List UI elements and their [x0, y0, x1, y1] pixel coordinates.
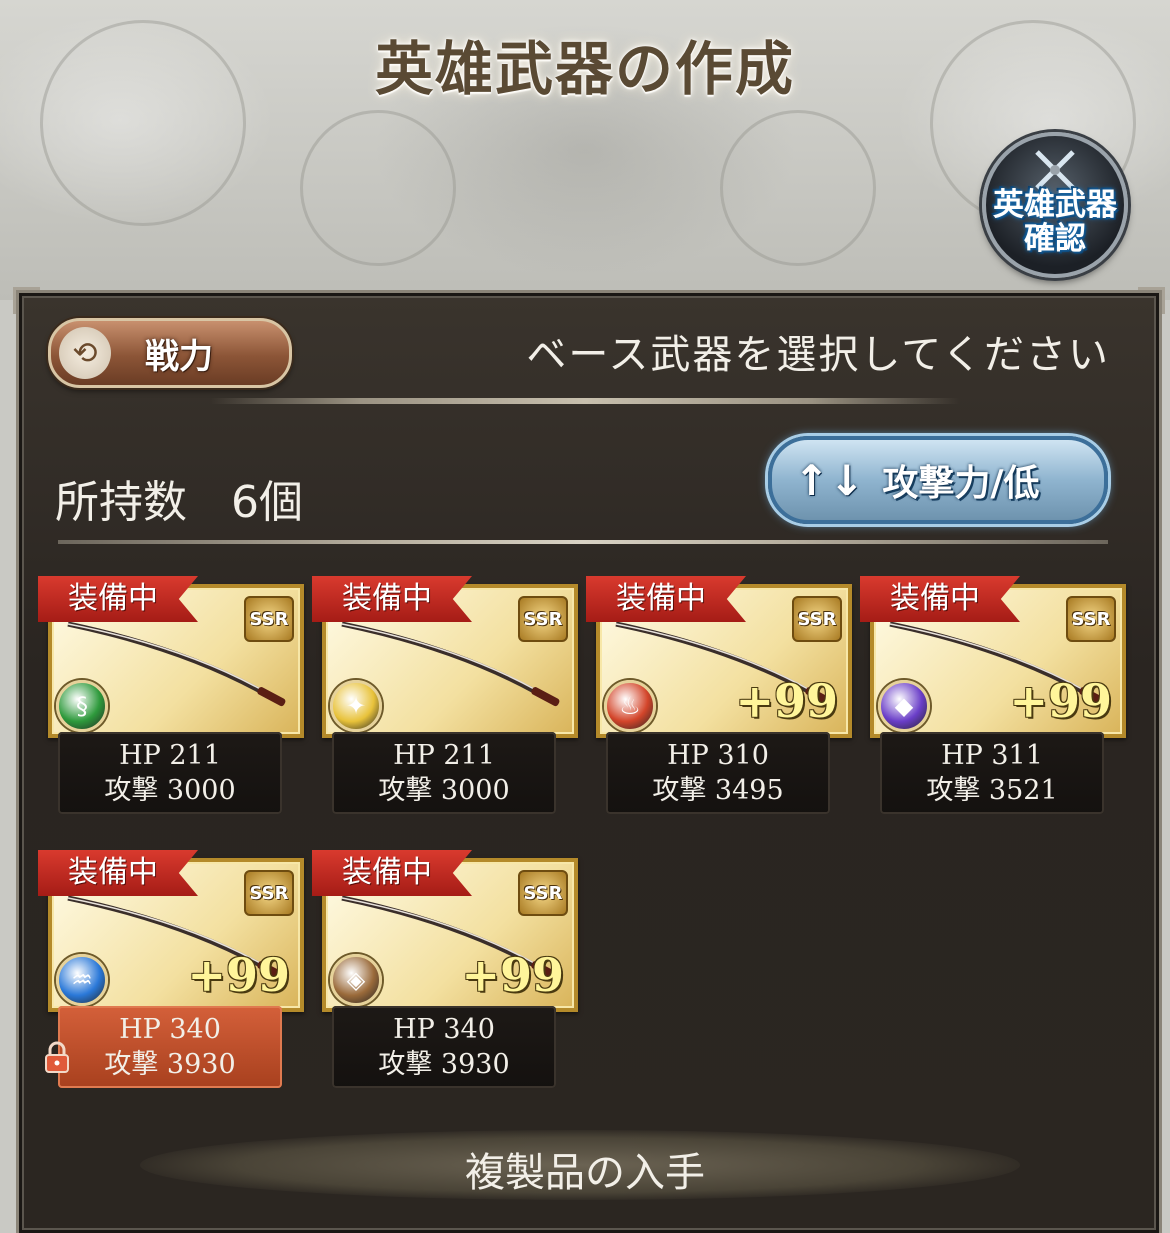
wind-element-icon: § — [56, 680, 108, 732]
weapon-card[interactable]: SSR ♨ +99 装備中 HP 310 攻撃 3495 — [586, 576, 852, 822]
crossed-swords-icon — [1035, 150, 1075, 190]
weapon-hp: HP 211 — [393, 740, 495, 771]
equipped-tag: 装備中 — [312, 850, 472, 896]
weapon-hp: HP 310 — [667, 740, 769, 771]
refresh-icon: ⟲ — [59, 327, 111, 379]
weapon-attack: 攻撃 3930 — [378, 1049, 510, 1080]
weapon-stats: HP 211 攻撃 3000 — [332, 732, 556, 814]
ssr-rarity-badge: SSR — [1066, 596, 1116, 642]
sort-button[interactable]: ↑↓ 攻撃力/低 — [768, 436, 1108, 524]
weapon-card[interactable]: SSR ◆ +99 装備中 HP 311 攻撃 3521 — [860, 576, 1126, 822]
plus-level: +99 — [187, 948, 290, 1002]
equipped-tag: 装備中 — [312, 576, 472, 622]
divider — [48, 534, 1118, 548]
ssr-rarity-badge: SSR — [518, 870, 568, 916]
page-title: 英雄武器の作成 — [374, 35, 795, 103]
weapon-card[interactable]: SSR § 装備中 HP 211 攻撃 3000 — [38, 576, 304, 822]
equipped-tag: 装備中 — [586, 576, 746, 622]
weapon-hp: HP 340 — [119, 1014, 221, 1045]
lock-icon — [45, 1041, 69, 1073]
weapon-stats: HP 310 攻撃 3495 — [606, 732, 830, 814]
weapon-card[interactable]: SSR ♒ +99 装備中 HP 340 攻撃 3930 — [38, 850, 304, 1096]
weapon-stats: HP 211 攻撃 3000 — [58, 732, 282, 814]
weapon-attack: 攻撃 3521 — [926, 775, 1058, 806]
weapon-hp: HP 340 — [393, 1014, 495, 1045]
sort-button-label: 攻撃力/低 — [882, 463, 1040, 504]
ssr-rarity-badge: SSR — [792, 596, 842, 642]
weapon-stats: HP 340 攻撃 3930 — [58, 1006, 282, 1088]
sort-arrows-icon: ↑↓ — [794, 455, 865, 505]
water-element-icon: ♒ — [56, 954, 108, 1006]
ssr-rarity-badge: SSR — [244, 596, 294, 642]
equipped-tag: 装備中 — [860, 576, 1020, 622]
owned-count: 所持数 6個 — [55, 477, 303, 528]
light-element-icon: ✦ — [330, 680, 382, 732]
select-base-weapon-instruction: ベース武器を選択してください — [526, 332, 1110, 378]
weapon-attack: 攻撃 3000 — [104, 775, 236, 806]
plus-level: +99 — [1009, 674, 1112, 728]
dark-element-icon: ◆ — [878, 680, 930, 732]
weapon-stats: HP 311 攻撃 3521 — [880, 732, 1104, 814]
power-button-label: 戦力 — [145, 336, 213, 377]
weapon-attack: 攻撃 3495 — [652, 775, 784, 806]
weapon-card[interactable]: SSR ✦ 装備中 HP 211 攻撃 3000 — [312, 576, 578, 822]
equipped-tag: 装備中 — [38, 576, 198, 622]
hero-weapon-confirm-button[interactable]: 英雄武器 確認 — [982, 132, 1128, 278]
fire-element-icon: ♨ — [604, 680, 656, 732]
weapon-stats: HP 340 攻撃 3930 — [332, 1006, 556, 1088]
ssr-rarity-badge: SSR — [244, 870, 294, 916]
ssr-rarity-badge: SSR — [518, 596, 568, 642]
plus-level: +99 — [461, 948, 564, 1002]
power-button[interactable]: ⟲ 戦力 — [48, 318, 292, 388]
acquire-replica-link[interactable]: 複製品の入手 — [0, 1140, 1170, 1198]
weapon-attack: 攻撃 3000 — [378, 775, 510, 806]
confirm-button-label: 英雄武器 確認 — [993, 187, 1117, 257]
weapon-attack: 攻撃 3930 — [104, 1049, 236, 1080]
weapon-card[interactable]: SSR ◈ +99 装備中 HP 340 攻撃 3930 — [312, 850, 578, 1096]
weapon-hp: HP 311 — [941, 740, 1043, 771]
earth-element-icon: ◈ — [330, 954, 382, 1006]
divider — [210, 398, 960, 404]
equipped-tag: 装備中 — [38, 850, 198, 896]
plus-level: +99 — [735, 674, 838, 728]
weapon-hp: HP 211 — [119, 740, 221, 771]
